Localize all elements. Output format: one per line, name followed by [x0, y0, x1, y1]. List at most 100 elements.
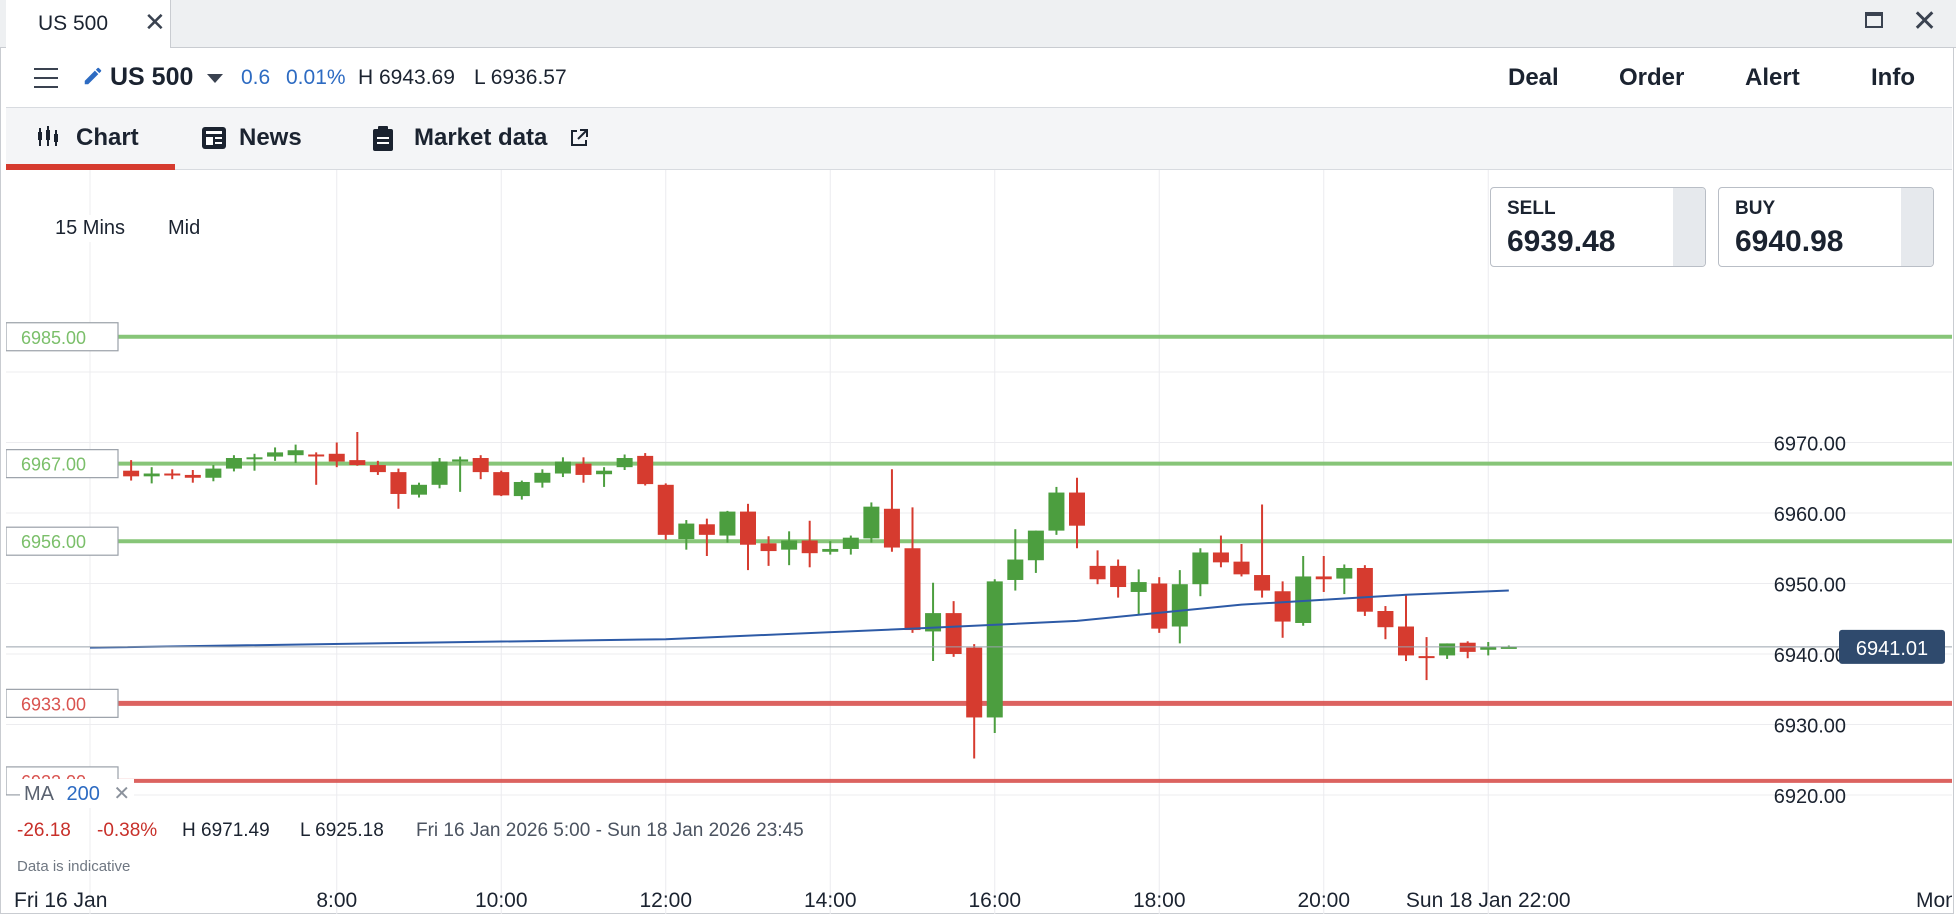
external-link-icon: [571, 129, 588, 146]
stats-high: H 6971.49: [182, 820, 270, 841]
candle-body: [1007, 559, 1024, 580]
candle-body: [225, 458, 242, 469]
chart-candles: [123, 431, 1517, 759]
chart-canvas[interactable]: 6985.006967.006956.006933.006922.00 6920…: [5, 170, 1956, 914]
candle-body: [1027, 530, 1044, 561]
candle-body: [904, 548, 921, 631]
x-tick-label: 14:00: [804, 889, 857, 912]
y-tick-label: 6920.00: [1774, 786, 1846, 808]
stats-change-pct: -0.38%: [97, 820, 158, 841]
candle-body: [1274, 591, 1291, 622]
tab-news-label: News: [239, 124, 302, 151]
candle-body: [1130, 582, 1147, 592]
info-button[interactable]: Info: [1871, 64, 1915, 92]
y-tick-label: 6950.00: [1774, 575, 1846, 597]
window-tab-strip: US 500 ✕ ✕: [0, 0, 1956, 48]
tab-title: US 500: [38, 12, 109, 35]
content-tabs: Chart News Market data: [6, 108, 1952, 170]
price-type-selector[interactable]: Mid: [162, 215, 207, 242]
candle-body: [1089, 565, 1106, 580]
header-change-pct: 0.01%: [286, 66, 346, 89]
maximize-icon[interactable]: [1865, 12, 1883, 28]
candle-body: [719, 511, 736, 536]
x-tick-label: 20:00: [1297, 889, 1350, 912]
x-tick-label: 10:00: [475, 889, 528, 912]
clipboard-icon: [373, 126, 393, 151]
candle-body: [1377, 610, 1394, 628]
close-icon[interactable]: ✕: [144, 9, 166, 35]
tab-market-data[interactable]: Market data: [372, 108, 602, 170]
candle-body: [698, 524, 715, 535]
ma-indicator-legend: MA 200 ✕: [20, 779, 135, 808]
tab-market-data-label: Market data: [414, 124, 548, 151]
tab-news[interactable]: News: [201, 108, 321, 170]
close-icon[interactable]: ✕: [113, 783, 130, 805]
candle-body: [986, 581, 1003, 718]
x-tick-label: 12:00: [639, 889, 692, 912]
candle-body: [616, 458, 633, 468]
candle-body: [1151, 583, 1168, 629]
candle-body: [431, 461, 448, 485]
indicative-note: Data is indicative: [17, 858, 131, 875]
close-icon[interactable]: ✕: [1912, 5, 1937, 39]
candle-body: [966, 647, 983, 718]
candle-body: [513, 481, 530, 497]
hamburger-menu-icon[interactable]: [34, 68, 58, 88]
candle-body: [596, 470, 613, 475]
buy-button[interactable]: BUY 6940.98: [1718, 187, 1934, 267]
y-tick-label: 6940.00: [1774, 645, 1846, 667]
sell-side-panel: [1673, 188, 1705, 266]
buy-price: 6940.98: [1735, 225, 1844, 258]
y-tick-label: 6970.00: [1774, 434, 1846, 456]
candle-body: [205, 468, 222, 478]
chevron-down-icon[interactable]: [207, 74, 223, 83]
pencil-icon[interactable]: [82, 65, 104, 87]
x-tick-label: Mon: [1916, 889, 1952, 912]
candle-body: [842, 537, 859, 549]
candle-body: [411, 484, 427, 495]
y-axis: 6920.00 6930.00 6940.00 6950.00 6960.00 6970.…: [1774, 434, 1945, 808]
candle-body: [1233, 561, 1250, 575]
sell-price: 6939.48: [1507, 225, 1616, 258]
candle-body: [637, 455, 654, 485]
price-chart[interactable]: 6985.006967.006956.006933.006922.00 6920…: [5, 170, 1956, 914]
candle-body: [267, 452, 284, 457]
instrument-header: US 500 0.6 0.01% H 6943.69 L 6936.57 Dea…: [6, 48, 1952, 108]
candle-body: [164, 473, 181, 476]
candle-body: [349, 460, 366, 466]
candle-body: [123, 470, 140, 477]
candle-body: [452, 459, 469, 462]
candle-body: [328, 453, 345, 462]
candle-body: [1048, 492, 1065, 531]
candle-body: [1212, 552, 1229, 563]
level-label: 6933.00: [21, 694, 86, 714]
current-price-label: 6941.01: [1856, 638, 1928, 660]
tab-chart-label: Chart: [76, 124, 139, 151]
header-low: L 6936.57: [474, 66, 567, 89]
buy-label: BUY: [1735, 198, 1776, 219]
header-high: H 6943.69: [358, 66, 455, 89]
stats-change: -26.18: [17, 820, 71, 841]
candlestick-chart-icon: [38, 126, 58, 146]
alert-button[interactable]: Alert: [1745, 64, 1800, 92]
candle-body: [678, 523, 695, 540]
candle-body: [1192, 552, 1209, 585]
level-label: 6985.00: [21, 328, 86, 348]
candle-body: [1110, 565, 1127, 588]
deal-button[interactable]: Deal: [1508, 64, 1559, 92]
y-tick-label: 6930.00: [1774, 716, 1846, 738]
timeframe-selector[interactable]: 15 Mins: [49, 215, 132, 242]
ma-period: 200: [66, 783, 100, 805]
tab-chart[interactable]: Chart: [6, 108, 175, 170]
moving-average: [6, 589, 1952, 649]
instrument-name[interactable]: US 500: [110, 63, 193, 92]
level-label: 6967.00: [21, 455, 86, 475]
candle-body: [1315, 576, 1332, 580]
order-button[interactable]: Order: [1619, 64, 1684, 92]
instrument-tab[interactable]: US 500 ✕: [6, 0, 171, 48]
candle-body: [246, 457, 263, 460]
buy-side-panel: [1901, 188, 1933, 266]
candle-body: [801, 540, 818, 554]
x-axis: Fri 16 Jan 8:00 10:00 12:00 14:00 16:00 18:00 2…: [14, 889, 1956, 912]
sell-button[interactable]: SELL 6939.48: [1490, 187, 1706, 267]
